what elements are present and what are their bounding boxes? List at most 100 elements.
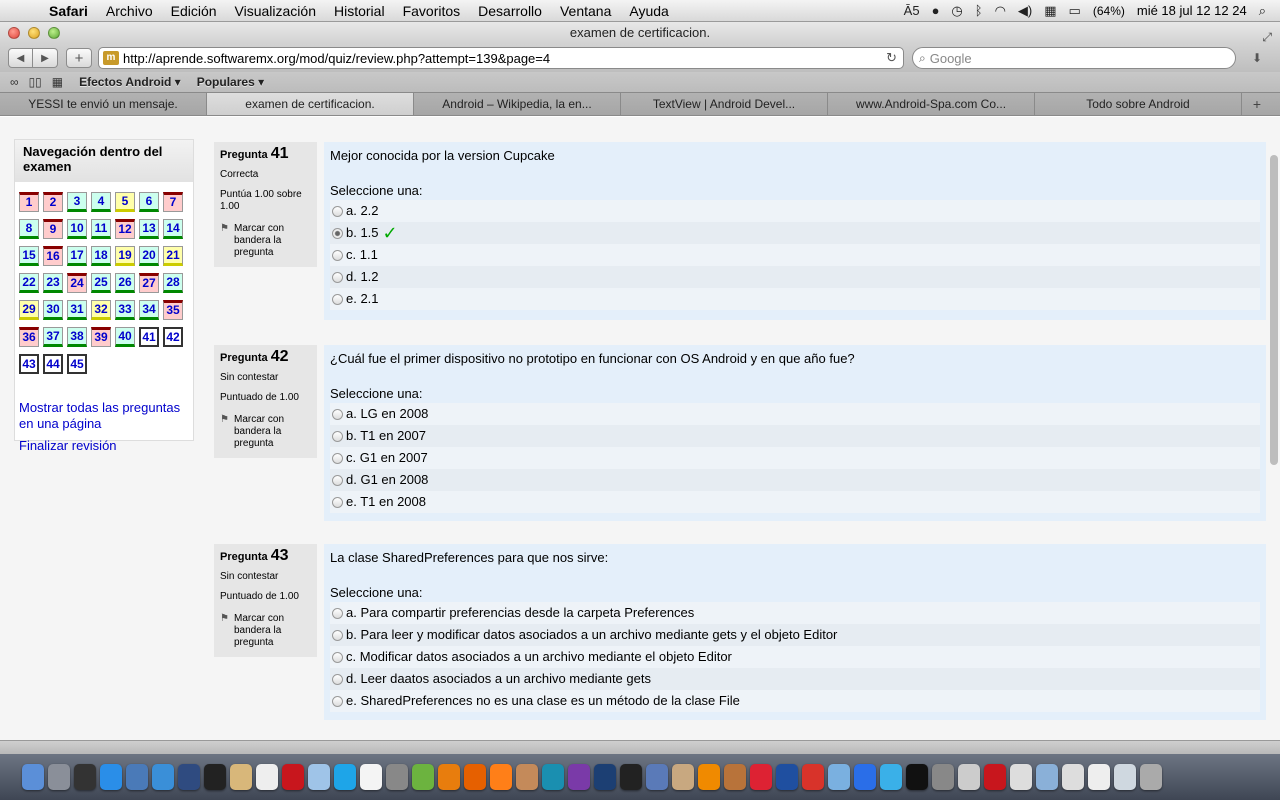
quiz-nav-button-37[interactable]: 37 <box>43 327 63 347</box>
answer-option[interactable]: b. Para leer y modificar datos asociados… <box>330 624 1260 646</box>
keyboard-icon[interactable]: ▦ <box>1044 3 1056 19</box>
itunes-icon[interactable] <box>854 764 876 790</box>
quiz-nav-button-2[interactable]: 2 <box>43 192 63 212</box>
illustrator-icon[interactable] <box>490 764 512 790</box>
menu-historial[interactable]: Historial <box>325 3 394 19</box>
quiz-nav-button-40[interactable]: 40 <box>115 327 135 347</box>
quiz-nav-button-12[interactable]: 12 <box>115 219 135 239</box>
quiz-nav-button-9[interactable]: 9 <box>43 219 63 239</box>
x11-icon[interactable] <box>204 764 226 790</box>
quiz-nav-button-35[interactable]: 35 <box>163 300 183 320</box>
tab-textview[interactable]: TextView | Android Devel... <box>621 93 828 115</box>
quiz-nav-button-17[interactable]: 17 <box>67 246 87 266</box>
zoom-window-button[interactable] <box>48 27 60 39</box>
pen-icon[interactable] <box>958 764 980 790</box>
answer-option[interactable]: b. 1.5 ✓ <box>330 222 1260 244</box>
bookmarks-book-icon[interactable]: ▯▯ <box>29 75 42 89</box>
file-icon[interactable] <box>1088 764 1110 790</box>
hat-icon[interactable]: ● <box>932 3 940 18</box>
answer-option[interactable]: e. T1 en 2008 <box>330 491 1260 513</box>
globe-icon[interactable] <box>776 764 798 790</box>
tab-examen[interactable]: examen de certificacion. <box>207 93 414 115</box>
quiz-nav-button-16[interactable]: 16 <box>43 246 63 266</box>
show-all-questions-link[interactable]: Mostrar todas las preguntas en una págin… <box>19 400 189 432</box>
tab-android-spa[interactable]: www.Android-Spa.com Co... <box>828 93 1035 115</box>
radio-button[interactable] <box>332 673 343 685</box>
3d-box-icon[interactable] <box>308 764 330 790</box>
search-field[interactable]: ⌕ Google <box>912 47 1236 69</box>
stack-icon[interactable] <box>1114 764 1136 790</box>
quiz-nav-button-25[interactable]: 25 <box>91 273 111 293</box>
top-sites-icon[interactable]: ▦ <box>52 75 63 89</box>
quiz-nav-button-14[interactable]: 14 <box>163 219 183 239</box>
finder-icon[interactable] <box>22 764 44 790</box>
radio-button[interactable] <box>332 293 343 305</box>
quiz-nav-button-13[interactable]: 13 <box>139 219 159 239</box>
answer-option[interactable]: a. LG en 2008 <box>330 403 1260 425</box>
launchpad-icon[interactable] <box>48 764 70 790</box>
radio-button[interactable] <box>332 695 343 707</box>
answer-option[interactable]: a. Para compartir preferencias desde la … <box>330 602 1260 624</box>
radio-button-selected[interactable] <box>332 227 343 239</box>
quiz-nav-button-44[interactable]: 44 <box>43 354 63 374</box>
close-window-button[interactable] <box>8 27 20 39</box>
preview-icon[interactable] <box>126 764 148 790</box>
quiz-nav-button-38[interactable]: 38 <box>67 327 87 347</box>
quiz-nav-button-26[interactable]: 26 <box>115 273 135 293</box>
quiz-nav-button-21[interactable]: 21 <box>163 246 183 266</box>
minimize-window-button[interactable] <box>28 27 40 39</box>
quiz-nav-button-5[interactable]: 5 <box>115 192 135 212</box>
quiz-nav-button-11[interactable]: 11 <box>91 219 111 239</box>
answer-option[interactable]: e. 2.1 <box>330 288 1260 310</box>
notes-icon[interactable] <box>230 764 252 790</box>
radio-button[interactable] <box>332 408 343 420</box>
quiz-nav-button-6[interactable]: 6 <box>139 192 159 212</box>
menu-visualizacion[interactable]: Visualización <box>226 3 325 19</box>
answer-option[interactable]: d. 1.2 <box>330 266 1260 288</box>
radio-button[interactable] <box>332 496 343 508</box>
time-machine-icon[interactable]: ◷ <box>951 3 962 19</box>
answer-option[interactable]: d. G1 en 2008 <box>330 469 1260 491</box>
quiz-nav-button-7[interactable]: 7 <box>163 192 183 212</box>
add-bookmark-button[interactable]: + <box>66 48 92 68</box>
tab-yessi[interactable]: YESSI te envió un mensaje. <box>0 93 207 115</box>
radio-button[interactable] <box>332 651 343 663</box>
skype-icon[interactable] <box>334 764 356 790</box>
menu-favoritos[interactable]: Favoritos <box>394 3 470 19</box>
answer-option[interactable]: c. G1 en 2007 <box>330 447 1260 469</box>
adobe-icon[interactable]: Ā5 <box>904 3 920 18</box>
menu-app-name[interactable]: Safari <box>40 3 97 19</box>
wifi-icon[interactable]: ◠ <box>995 3 1006 19</box>
trash-icon[interactable] <box>1140 764 1162 790</box>
avatar-icon[interactable] <box>516 764 538 790</box>
quiz-nav-button-42[interactable]: 42 <box>163 327 183 347</box>
volume-icon[interactable]: ◀) <box>1018 3 1032 19</box>
safari-icon[interactable] <box>152 764 174 790</box>
mail-icon[interactable] <box>1062 764 1084 790</box>
game-icon[interactable] <box>724 764 746 790</box>
flag-question-link[interactable]: ⚑ Marcar con bandera la pregunta <box>220 223 311 259</box>
quiz-nav-button-29[interactable]: 29 <box>19 300 39 320</box>
quiz-nav-button-27[interactable]: 27 <box>139 273 159 293</box>
quiz-nav-button-43[interactable]: 43 <box>19 354 39 374</box>
quiz-nav-button-1[interactable]: 1 <box>19 192 39 212</box>
radio-button[interactable] <box>332 205 343 217</box>
folder-icon[interactable] <box>1036 764 1058 790</box>
answer-option[interactable]: a. 2.2 <box>330 200 1260 222</box>
radio-button[interactable] <box>332 271 343 283</box>
twitter-icon[interactable] <box>880 764 902 790</box>
quiz-nav-button-8[interactable]: 8 <box>19 219 39 239</box>
answer-option[interactable]: e. SharedPreferences no es una clase es … <box>330 690 1260 712</box>
network-icon[interactable] <box>932 764 954 790</box>
app-store-icon[interactable] <box>100 764 122 790</box>
downloads-icon[interactable]: ⬇ <box>1252 51 1262 65</box>
tab-android-wikipedia[interactable]: Android – Wikipedia, la en... <box>414 93 621 115</box>
clock[interactable]: mié 18 jul 12 12 24 <box>1137 3 1247 18</box>
menu-archivo[interactable]: Archivo <box>97 3 162 19</box>
spotlight-icon[interactable]: ⌕ <box>1259 3 1266 19</box>
blender-icon[interactable] <box>438 764 460 790</box>
quiz-nav-button-22[interactable]: 22 <box>19 273 39 293</box>
menu-ventana[interactable]: Ventana <box>551 3 620 19</box>
quiz-nav-button-32[interactable]: 32 <box>91 300 111 320</box>
radio-button[interactable] <box>332 607 343 619</box>
